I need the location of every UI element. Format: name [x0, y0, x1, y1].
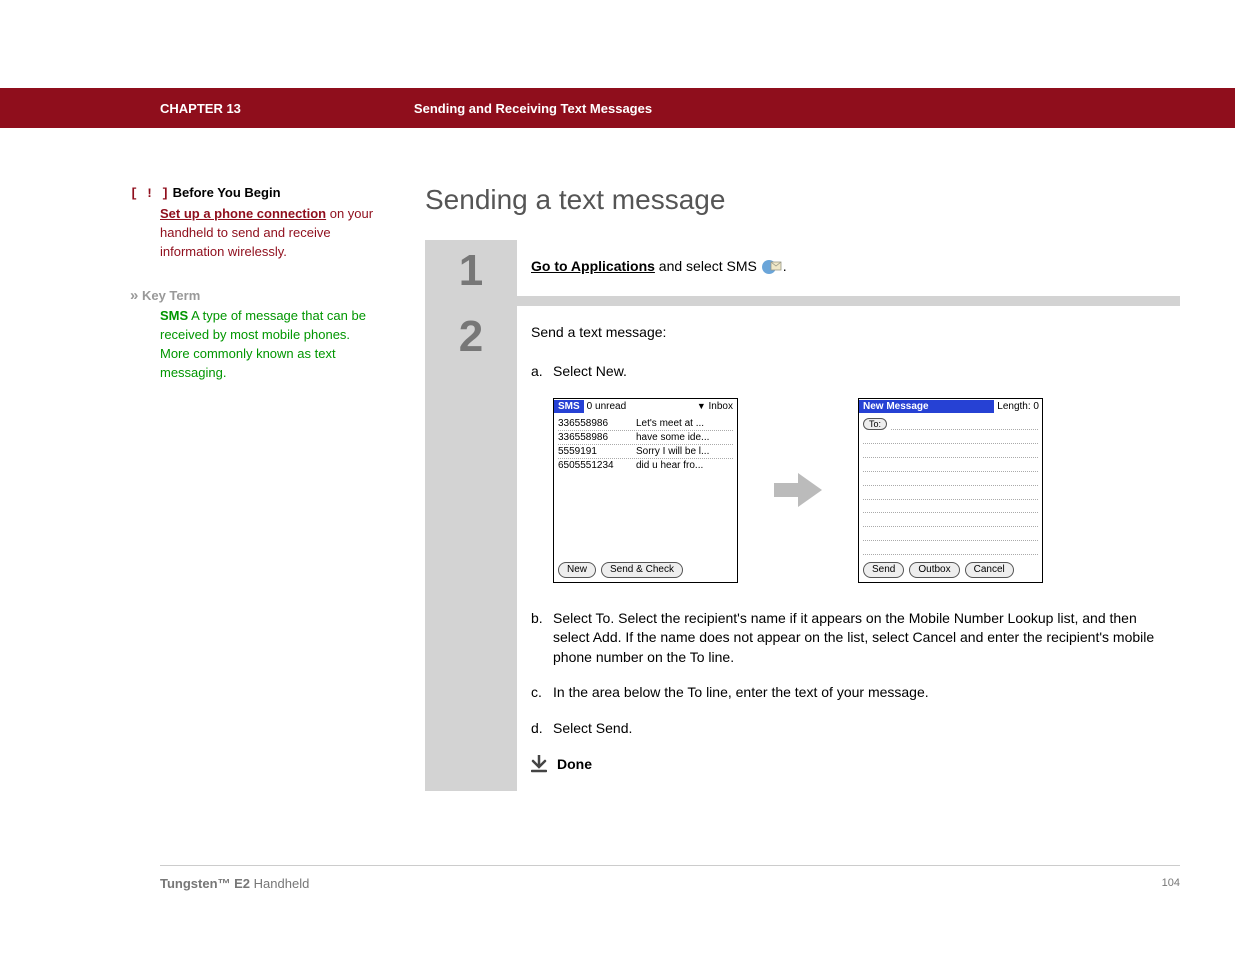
dropdown-icon: ▼ — [697, 401, 706, 411]
step1-text: and select SMS — [655, 258, 761, 274]
step2-a: Select New. — [553, 362, 627, 382]
footer: Tungsten™ E2 Handheld 104 — [160, 865, 1180, 891]
to-input-line[interactable] — [891, 418, 1038, 430]
step-number: 1 — [425, 240, 517, 296]
product-name: Tungsten™ E2 — [160, 876, 250, 891]
step2-intro: Send a text message: — [531, 324, 1164, 340]
send-check-button[interactable]: Send & Check — [601, 562, 683, 578]
before-you-begin-block: [ ! ] Before You Begin Set up a phone co… — [130, 184, 375, 261]
go-to-applications-link[interactable]: Go to Applications — [531, 258, 655, 274]
kt-definition: A type of message that can be received b… — [160, 308, 366, 380]
app-badge: SMS — [554, 400, 584, 413]
setup-phone-link[interactable]: Set up a phone connection — [160, 206, 326, 221]
step1-dot: . — [783, 258, 787, 274]
cancel-button[interactable]: Cancel — [965, 562, 1014, 578]
page-number: 104 — [1162, 877, 1180, 889]
message-body-area[interactable] — [859, 430, 1042, 558]
done-arrow-icon — [531, 755, 547, 773]
page-title: Sending a text message — [425, 184, 1180, 216]
new-message-title: New Message — [859, 400, 994, 413]
message-list: 336558986Let's meet at ... 336558986have… — [554, 415, 737, 558]
outbox-button[interactable]: Outbox — [909, 562, 959, 578]
key-term-block: » Key Term SMS A type of message that ca… — [130, 285, 375, 382]
send-button[interactable]: Send — [863, 562, 904, 578]
new-message-screenshot: New Message Length: 0 To: — [858, 398, 1043, 583]
kt-heading: Key Term — [142, 288, 200, 303]
length-indicator: Length: 0 — [994, 401, 1042, 412]
folder-name: Inbox — [709, 401, 733, 412]
header-title: Sending and Receiving Text Messages — [414, 101, 652, 116]
byb-heading: Before You Begin — [173, 185, 281, 200]
steps-container: 1 Go to Applications and select SMS . 2 … — [425, 240, 1180, 791]
product-suffix: Handheld — [250, 876, 309, 891]
to-button[interactable]: To: — [863, 418, 887, 430]
arrow-right-icon — [772, 470, 824, 510]
step-number: 2 — [425, 306, 517, 791]
header-band: CHAPTER 13 Sending and Receiving Text Me… — [0, 88, 1235, 128]
chapter-label: CHAPTER 13 — [160, 101, 241, 116]
warning-icon: [ ! ] — [130, 186, 169, 201]
unread-count: 0 unread — [584, 401, 697, 412]
done-label: Done — [557, 756, 592, 772]
step2-b: Select To. Select the recipient's name i… — [553, 609, 1164, 668]
step2-d: Select Send. — [553, 719, 632, 739]
new-button[interactable]: New — [558, 562, 596, 578]
sms-app-icon — [761, 258, 783, 276]
inbox-screenshot: SMS 0 unread ▼ Inbox 336558986Let's meet… — [553, 398, 738, 583]
step-1: 1 Go to Applications and select SMS . — [425, 240, 1180, 296]
step-2: 2 Send a text message: a.Select New. SMS… — [425, 296, 1180, 791]
sidebar: [ ! ] Before You Begin Set up a phone co… — [130, 184, 425, 791]
kt-term: SMS — [160, 308, 188, 323]
main-content: Sending a text message 1 Go to Applicati… — [425, 184, 1180, 791]
chevron-icon: » — [130, 287, 138, 304]
step2-c: In the area below the To line, enter the… — [553, 683, 929, 703]
